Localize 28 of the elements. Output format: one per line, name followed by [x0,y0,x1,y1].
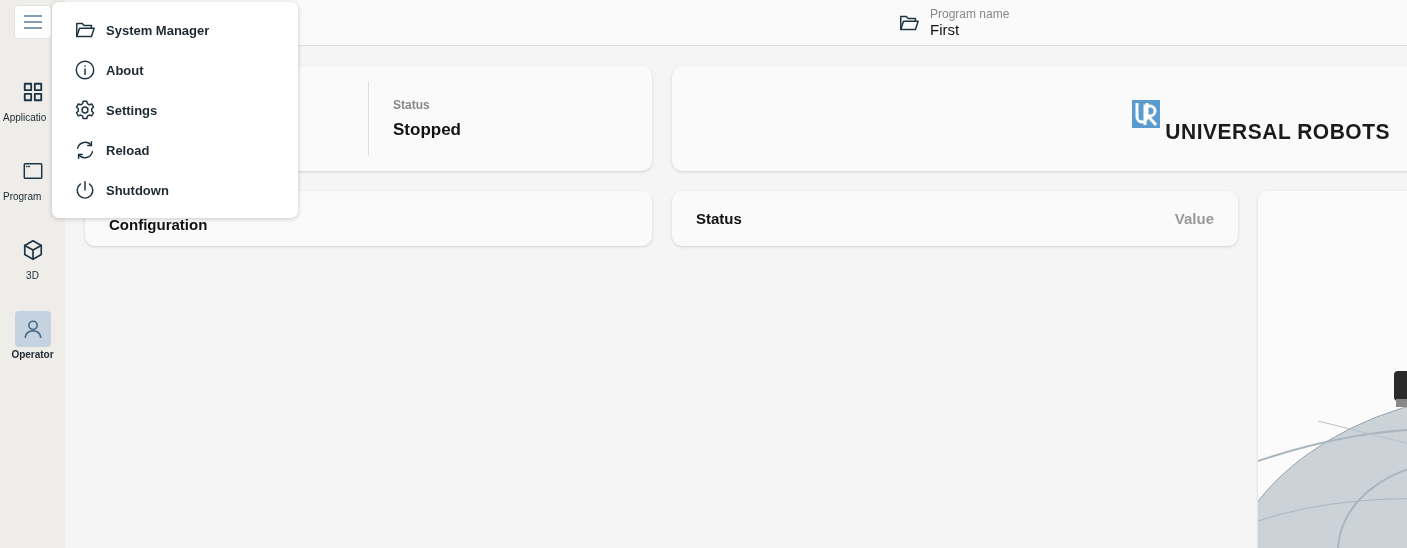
cube-icon [21,239,44,261]
logo-text: UNIVERSAL ROBOTS [1165,118,1390,145]
status-label: Status [393,97,431,112]
grid-icon [21,81,44,103]
menu-button[interactable] [14,6,51,38]
column-header: Value [1174,210,1214,227]
nav-label: 3D [26,270,39,281]
configuration-title: Configuration [109,215,208,233]
menu-item[interactable]: About [52,50,298,90]
nav-label: Operator [11,349,54,360]
column-header: Status [696,210,742,227]
menu-icon [22,14,43,30]
program-name-label: Program name [930,7,1010,21]
reload-icon [74,139,96,161]
info-icon [74,59,96,81]
person-icon [21,318,44,340]
nav-label: Applicatio [2,112,47,123]
program-name: First [930,21,961,38]
settings-icon [74,99,96,121]
menu-item[interactable]: Reload [52,130,298,170]
menu-item[interactable]: Shutdown [52,170,298,210]
power-icon [74,179,96,201]
status-value: Stopped [393,119,461,140]
menu-item[interactable]: Settings [52,90,298,130]
window-icon [21,160,44,182]
logo-icon [1132,99,1161,128]
menu-item[interactable]: System Manager [52,10,298,50]
nav-label: Program [2,191,42,202]
